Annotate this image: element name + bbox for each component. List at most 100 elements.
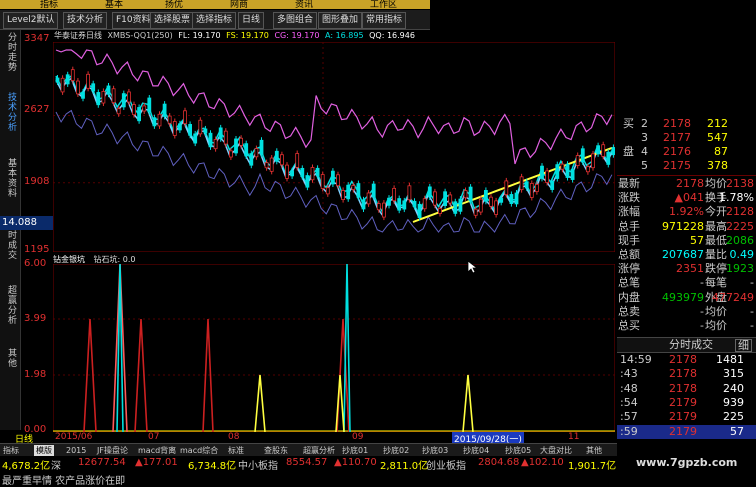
candle bbox=[432, 188, 437, 209]
indicator-tab[interactable]: 抄底02 bbox=[383, 445, 409, 456]
orderbook-row: 盘 4 2176 87 bbox=[617, 145, 756, 159]
trade-volume: 240 bbox=[723, 381, 744, 395]
stat-value: - bbox=[750, 276, 754, 290]
indicator-tab[interactable]: macd综合 bbox=[180, 445, 218, 456]
trades-toggle-button[interactable]: 细 bbox=[735, 339, 752, 352]
orderbook-row: 5 2175 378 bbox=[617, 159, 756, 173]
indicator-tab[interactable]: 抄底05 bbox=[505, 445, 531, 456]
toolbar-button[interactable]: Level2默认 bbox=[3, 12, 59, 29]
candle bbox=[346, 182, 351, 202]
toolbar-button[interactable]: 日线 bbox=[238, 12, 265, 29]
status-item: ▲102.10 bbox=[521, 457, 564, 468]
stat-label: 最高 bbox=[705, 219, 727, 233]
menubar-item[interactable]: 资讯 bbox=[295, 0, 313, 9]
toolbar-button[interactable]: 图形叠加 bbox=[318, 12, 363, 29]
news-ticker[interactable]: 最严重早情 农产品涨价在即 bbox=[0, 471, 756, 487]
left-tab-bar: 分时走势 技术分析 基本资料 分时成交 超赢分析 其他 bbox=[0, 30, 21, 430]
indicator-tab[interactable]: 超赢分析 bbox=[303, 445, 335, 456]
info-cg: CG: 19.170 bbox=[274, 31, 320, 40]
stat-value: 971228 bbox=[662, 219, 704, 233]
toolbar-button[interactable]: 选择股票 bbox=[150, 12, 195, 29]
orderbook-volume: 87 bbox=[714, 145, 728, 158]
stat-label: 总买 bbox=[618, 319, 640, 332]
stat-value: 477249 bbox=[712, 290, 754, 304]
indicator-tab[interactable]: macd背离 bbox=[138, 445, 176, 456]
price-chart[interactable] bbox=[53, 42, 615, 252]
left-tab[interactable]: 基本资料 bbox=[2, 158, 18, 198]
left-tab[interactable]: 分时走势 bbox=[2, 32, 18, 72]
stat-label: 最新 bbox=[618, 177, 640, 190]
orderbook-volume: 378 bbox=[707, 159, 728, 172]
candle bbox=[249, 150, 254, 169]
left-tab[interactable]: 其他 bbox=[2, 348, 18, 368]
current-price-tag: 14.088 bbox=[0, 216, 54, 230]
indicator-tab[interactable]: 其他 bbox=[586, 445, 602, 456]
stat-label: 均价 bbox=[705, 304, 727, 318]
candle bbox=[198, 117, 203, 137]
status-item: ▲110.70 bbox=[334, 457, 377, 468]
indicator-chart[interactable] bbox=[53, 264, 615, 432]
indicator-axis-label: 1.98 bbox=[24, 369, 47, 380]
candle bbox=[545, 167, 550, 186]
stat-label: 今开 bbox=[705, 205, 727, 219]
menubar-item[interactable]: 扬优 bbox=[165, 0, 183, 9]
price-axis-label: 1908 bbox=[24, 176, 50, 187]
toolbar-button[interactable]: F10资料 bbox=[112, 12, 155, 29]
date-label: 09 bbox=[352, 432, 364, 442]
toolbar-button[interactable]: 选择指标 bbox=[192, 12, 237, 29]
candle bbox=[162, 101, 167, 120]
status-item: 12677.54 bbox=[78, 457, 126, 468]
candle bbox=[320, 171, 325, 192]
orderbook-side: 盘 bbox=[623, 145, 634, 158]
indicator-tab[interactable]: 指标 bbox=[3, 445, 19, 456]
toolbar-button[interactable]: 常用指标 bbox=[362, 12, 407, 29]
candle bbox=[458, 196, 463, 215]
indicator-tab[interactable]: 抄底03 bbox=[422, 445, 448, 456]
quote-stat-row: 最新 2178 均价 2138 bbox=[617, 177, 756, 191]
menubar-item[interactable]: 指标 bbox=[40, 0, 58, 9]
trade-price: 2179 bbox=[669, 395, 697, 409]
candle bbox=[208, 130, 213, 150]
trade-time: :43 bbox=[620, 367, 638, 381]
menubar-item[interactable]: 网商 bbox=[230, 0, 248, 9]
toolbar-button[interactable]: 技术分析 bbox=[63, 12, 108, 29]
trade-row: 14:59 2178 1481 bbox=[617, 353, 756, 367]
candle bbox=[443, 188, 448, 209]
quote-stat-row: 总卖 - 均价 - bbox=[617, 305, 756, 319]
stat-value: 493979 bbox=[662, 290, 704, 304]
indicator-tab[interactable]: 2015 bbox=[66, 445, 86, 456]
trade-price: 2179 bbox=[669, 424, 697, 438]
menubar-item[interactable]: 工作区 bbox=[370, 0, 397, 9]
candle bbox=[407, 182, 412, 203]
trade-time: :59 bbox=[620, 424, 638, 438]
orderbook-price: 2177 bbox=[663, 131, 691, 144]
indicator-tab[interactable]: 模版 bbox=[34, 445, 54, 456]
orderbook-price: 2178 bbox=[663, 117, 691, 130]
price-axis-label: 3347 bbox=[24, 33, 50, 44]
indicator-tab[interactable]: JF操盘论 bbox=[97, 445, 128, 456]
left-tab[interactable]: 超赢分析 bbox=[2, 285, 18, 325]
candle bbox=[223, 128, 228, 147]
left-tab[interactable]: 技术分析 bbox=[2, 92, 18, 132]
toolbar-button[interactable]: 多图组合 bbox=[273, 12, 318, 29]
indicator-tab[interactable]: 标准 bbox=[228, 445, 244, 456]
date-label: 08 bbox=[228, 432, 240, 442]
candle bbox=[540, 163, 544, 182]
indicator-tab[interactable]: 查股东 bbox=[264, 445, 288, 456]
orderbook-row: 买 2 2178 212 bbox=[617, 117, 756, 131]
trade-volume: 939 bbox=[723, 395, 744, 409]
stat-label: 总额 bbox=[618, 248, 640, 261]
stat-value: 1.92% bbox=[669, 205, 704, 219]
quote-stat-row: 涨跌 ▲041 换手 1.78% bbox=[617, 191, 756, 205]
stat-value: 2128 bbox=[726, 205, 754, 219]
indicator-tab[interactable]: 抄底01 bbox=[342, 445, 368, 456]
orderbook-price: 2175 bbox=[663, 159, 691, 172]
menubar-item[interactable]: 基本 bbox=[105, 0, 123, 9]
candle bbox=[453, 198, 458, 217]
indicator-tab[interactable]: 抄底04 bbox=[463, 445, 489, 456]
trade-volume: 1481 bbox=[716, 353, 744, 366]
stat-value: 2086 bbox=[726, 233, 754, 247]
indicator-tab[interactable]: 大盘对比 bbox=[540, 445, 572, 456]
trade-volume: 225 bbox=[723, 410, 744, 424]
quote-stat-row: 涨停 2351 跌停 1923 bbox=[617, 262, 756, 276]
